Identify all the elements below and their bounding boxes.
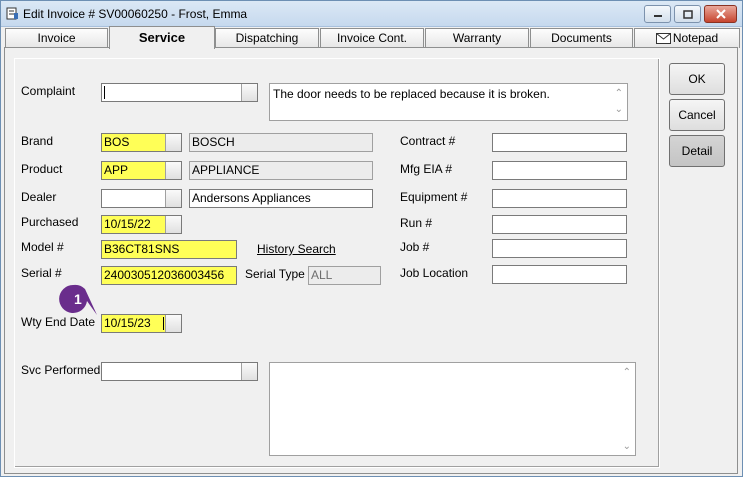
window-title: Edit Invoice # SV00060250 - Frost, Emma — [23, 7, 248, 21]
tab-service[interactable]: Service — [109, 26, 215, 49]
edit-invoice-window: Edit Invoice # SV00060250 - Frost, Emma … — [0, 0, 743, 477]
purchased-calendar-button[interactable] — [165, 216, 181, 233]
contract-number-field[interactable] — [492, 133, 627, 152]
equipment-label: Equipment # — [400, 190, 468, 204]
maximize-icon — [682, 9, 693, 19]
tab-documents[interactable]: Documents — [530, 28, 633, 48]
dealer-dropdown-button[interactable] — [165, 190, 181, 207]
tab-label: Invoice Cont. — [336, 31, 408, 45]
serial-label: Serial # — [21, 266, 62, 280]
tab-label: Notepad — [672, 31, 719, 45]
close-icon — [715, 9, 726, 19]
serial-type-value: ALL — [311, 268, 333, 282]
brand-dropdown-button[interactable] — [165, 134, 181, 151]
purchased-date-value: 10/15/22 — [104, 217, 151, 231]
model-label: Model # — [21, 240, 64, 254]
brand-label: Brand — [21, 134, 54, 148]
product-label: Product — [21, 162, 63, 176]
tab-label: Documents — [551, 31, 612, 45]
tab-dispatching[interactable]: Dispatching — [215, 28, 319, 48]
ok-button[interactable]: OK — [669, 63, 725, 95]
complaint-text: The door needs to be replaced because it… — [273, 87, 550, 101]
wty-end-date-field[interactable]: 10/15/23 — [101, 314, 182, 333]
contract-label: Contract # — [400, 134, 456, 148]
text-cursor — [104, 86, 105, 99]
dealer-label: Dealer — [21, 190, 57, 204]
dealer-code-select[interactable] — [101, 189, 182, 208]
serial-type-field: ALL — [308, 266, 381, 285]
complaint-code-select[interactable] — [101, 83, 258, 102]
product-code-select[interactable]: APP — [101, 161, 182, 180]
equipment-number-field[interactable] — [492, 189, 627, 208]
product-dropdown-button[interactable] — [165, 162, 181, 179]
envelope-icon — [655, 33, 671, 44]
model-number-value: B36CT81SNS — [104, 242, 180, 256]
purchased-label: Purchased — [21, 215, 79, 229]
svc-performed-label: Svc Performed — [21, 363, 101, 377]
minimize-button[interactable] — [644, 5, 671, 23]
product-code-value: APP — [104, 163, 129, 177]
tab-label: Invoice — [37, 31, 76, 45]
tab-label: Warranty — [452, 31, 502, 45]
service-tab-panel: Complaint The door needs to be replaced … — [4, 47, 738, 474]
svc-performed-select[interactable] — [101, 362, 258, 381]
text-cursor — [163, 317, 164, 330]
job-location-field[interactable] — [492, 265, 627, 284]
dealer-name-value: Andersons Appliances — [192, 191, 311, 205]
model-number-field[interactable]: B36CT81SNS — [101, 240, 237, 259]
brand-code-value: BOS — [104, 135, 130, 149]
close-button[interactable] — [704, 5, 737, 23]
brand-code-select[interactable]: BOS — [101, 133, 182, 152]
tab-invoice-cont[interactable]: Invoice Cont. — [320, 28, 424, 48]
product-name-field: APPLIANCE — [189, 161, 373, 180]
job-label: Job # — [400, 240, 430, 254]
dealer-name-field[interactable]: Andersons Appliances — [189, 189, 373, 208]
mfg-eia-label: Mfg EIA # — [400, 162, 453, 176]
run-number-field[interactable] — [492, 215, 627, 234]
product-name-value: APPLIANCE — [192, 163, 260, 177]
step-number: 1 — [74, 291, 82, 307]
job-number-field[interactable] — [492, 239, 627, 258]
wty-end-calendar-button[interactable] — [165, 315, 181, 332]
scroll-down-icon[interactable]: ⌄ — [623, 439, 631, 454]
minimize-icon — [653, 15, 662, 17]
tab-invoice[interactable]: Invoice — [5, 28, 108, 48]
maximize-button[interactable] — [674, 5, 701, 23]
scroll-up-icon[interactable]: ⌃ — [623, 365, 631, 380]
run-label: Run # — [400, 216, 433, 230]
ok-label: OK — [688, 72, 706, 86]
scroll-up-icon[interactable]: ⌃ — [615, 86, 623, 101]
purchased-date-field[interactable]: 10/15/22 — [101, 215, 182, 234]
wty-end-date-value: 10/15/23 — [104, 316, 151, 330]
tab-strip: Invoice Service Dispatching Invoice Cont… — [4, 26, 742, 49]
mfg-eia-field[interactable] — [492, 161, 627, 180]
detail-button[interactable]: Detail — [669, 135, 725, 167]
svc-performed-dropdown-button[interactable] — [241, 363, 257, 380]
complaint-label: Complaint — [21, 84, 76, 98]
detail-label: Detail — [681, 144, 713, 158]
scroll-down-icon[interactable]: ⌄ — [615, 102, 623, 117]
cancel-label: Cancel — [678, 108, 716, 122]
job-location-label: Job Location — [400, 266, 469, 280]
complaint-dropdown-button[interactable] — [241, 84, 257, 101]
brand-name-field: BOSCH — [189, 133, 373, 152]
tab-label: Service — [138, 30, 186, 45]
wty-end-date-label: Wty End Date — [21, 315, 96, 329]
serial-type-label: Serial Type — [245, 267, 305, 281]
serial-number-value: 240030512036003456 — [104, 268, 225, 282]
invoice-app-icon — [6, 7, 18, 20]
serial-number-field[interactable]: 240030512036003456 — [101, 266, 237, 285]
cancel-button[interactable]: Cancel — [669, 99, 725, 131]
brand-name-value: BOSCH — [192, 135, 235, 149]
title-bar: Edit Invoice # SV00060250 - Frost, Emma — [1, 1, 742, 27]
complaint-text-area[interactable]: The door needs to be replaced because it… — [269, 83, 628, 121]
tab-label: Dispatching — [235, 31, 299, 45]
history-search-link[interactable]: History Search — [257, 242, 336, 256]
tab-warranty[interactable]: Warranty — [425, 28, 529, 48]
tab-notepad[interactable]: Notepad — [634, 28, 740, 48]
svc-performed-text-area[interactable]: ⌃ ⌄ — [269, 362, 636, 456]
